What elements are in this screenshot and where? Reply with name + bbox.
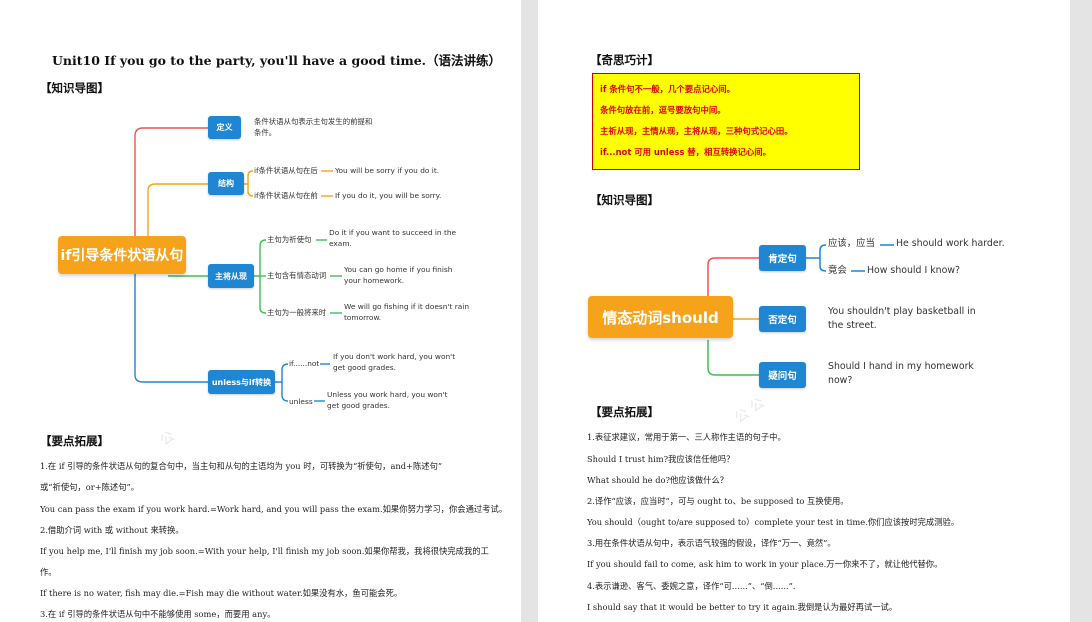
unless-item2-example: Unless you work hard, you won't get good… [327,390,448,411]
point-line: You can pass the exam if you work hard.=… [40,504,508,514]
point-line: 3.用在条件状语从句中，表示语气较强的假设，译作“万一、竟然”。 [587,538,836,548]
mindmap-main-node-right: 情态动词should [588,296,733,338]
node-definition: 定义 [208,116,241,139]
structure-item1-label: if条件状语从句在后 [254,166,318,175]
mindmap-main-node: if引导条件状语从句 [58,236,186,274]
section-points: 【要点拓展】 [40,434,109,448]
unless-item1-example: If you don't work hard, you won't get go… [333,352,456,373]
definition-text: 条件状语从句表示主句发生的前提和 条件。 [254,117,373,138]
node-negative: 否定句 [759,306,806,332]
structure-item2-example: If you do it, you will be sorry. [335,191,442,200]
affirmative-item1-example: He should work harder. [896,238,1005,249]
point-line: You should（ought to/are supposed to）comp… [587,517,960,527]
affirmative-item2-label: 竟会 [828,265,847,276]
point-line: 2.借助介词 with 或 without 来转换。 [40,525,184,535]
point-line: 1.在 if 引导的条件状语从句的复合句中，当主句和从句的主语均为 you 时，… [40,461,443,471]
point-line: 4.表示谦逊、客气、委婉之意，译作“可......”、“倒......”. [587,581,796,591]
right-mindmap-lines [707,244,894,376]
point-line: Should I trust him?我应该信任他吗？ [587,454,735,464]
structure-item1-example: You will be sorry if you do it. [335,166,440,175]
main-clause-item1-label: 主句为祈使句 [267,235,312,244]
main-clause-item3-label: 主句为一般将来时 [267,308,327,317]
point-line: 或“祈使句，or+陈述句”。 [40,482,140,492]
main-clause-item3-example: We will go fishing if it doesn't rain to… [344,302,470,323]
point-line: What should he do?他应该做什么？ [587,475,729,485]
point-line: 作。 [40,567,57,577]
point-line: I should say that it would be better to … [587,602,898,612]
node-unless: unless与if转换 [208,370,275,394]
main-clause-item2-label: 主句含有情态动词 [267,271,327,280]
point-line: If you help me, I'll finish my job soon.… [40,546,489,556]
left-page: Unit10 If you go to the party, you'll ha… [0,0,521,622]
question-example: Should I hand in my homework now? [828,361,974,386]
node-question: 疑问句 [759,362,806,388]
unless-item2-label: unless [289,397,313,406]
main-clause-item2-example: You can go home if you finish your homew… [344,265,453,286]
point-line: 2.译作“应该，应当时”，可与 ought to、be supposed to … [587,496,849,506]
point-line: If there is no water, fish may die.=Fish… [40,588,403,598]
point-line: 3.在 if 引导的条件状语从句中不能够使用 some，而要用 any。 [40,609,276,619]
unless-item1-label: if......not [289,359,320,368]
affirmative-item2-example: How should I know? [867,265,960,276]
node-affirmative: 肯定句 [759,245,806,271]
point-line: If you should fail to come, ask him to w… [587,559,943,569]
affirmative-item1-label: 应该，应当 [828,238,875,249]
point-line: 1.表征求建议，常用于第一、三人称作主语的句子中。 [587,432,786,442]
right-page: 【奇思巧计】 if 条件句不一般，几个要点记心间。 条件句放在前，逗号要放句中间… [538,0,1070,622]
node-main-clause: 主将从现 [208,264,254,288]
negative-example: You shouldn't play basketball in the str… [828,306,976,331]
node-structure: 结构 [208,172,244,195]
structure-item2-label: if条件状语从句在前 [254,191,318,200]
main-clause-item1-example: Do it if you want to succeed in the exam… [329,228,457,249]
section-points-right: 【要点拓展】 [590,405,659,419]
